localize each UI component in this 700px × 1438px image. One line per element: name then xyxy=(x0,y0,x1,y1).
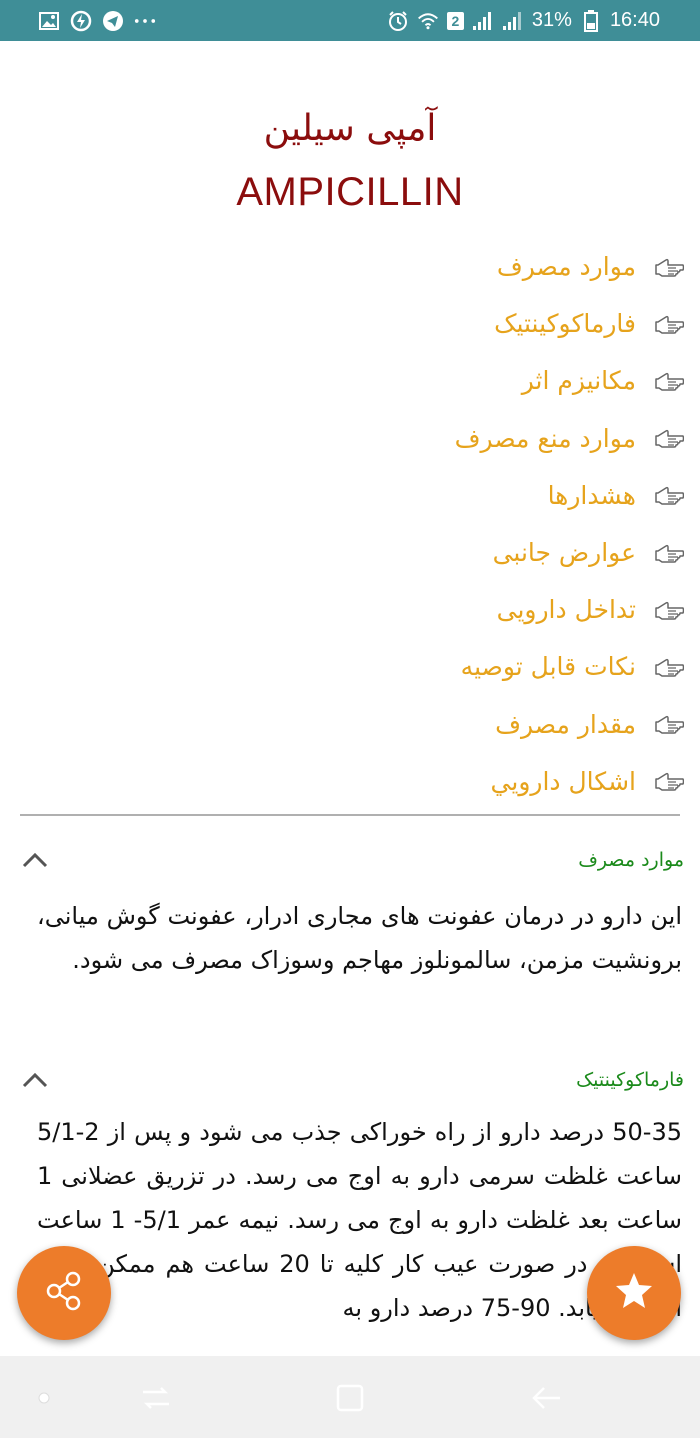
dot-icon[interactable] xyxy=(24,1378,64,1418)
wifi-icon xyxy=(417,10,439,32)
toc-label: نکات قابل توصیه xyxy=(460,652,636,682)
toc-item-side-effects[interactable]: عوارض جانبی xyxy=(44,524,684,581)
favorite-button[interactable] xyxy=(587,1246,681,1340)
section-body-indications: این دارو در درمان عفونت های مجاری ادرار،… xyxy=(37,902,682,974)
system-icons: 2 31% 16:40 xyxy=(387,8,660,33)
chevron-up-icon[interactable] xyxy=(19,1068,51,1092)
section-header-pharmacokinetics[interactable]: فارماکوکینتیک xyxy=(19,1060,684,1100)
section-body-pharmacokinetics: 50-35 درصد دارو از راه خوراکی جذب می شود… xyxy=(37,1118,682,1322)
toc-label: موارد مصرف xyxy=(496,252,636,282)
share-button[interactable] xyxy=(17,1246,111,1340)
section-title: موارد مصرف xyxy=(578,849,684,871)
recent-apps-icon[interactable] xyxy=(136,1378,176,1418)
more-notifications-icon xyxy=(134,10,156,32)
pointing-hand-icon xyxy=(650,769,684,793)
toc-label: تداخل دارویی xyxy=(496,595,636,625)
toc-label: مکانیزم اثر xyxy=(521,366,636,396)
toc-item-recommendations[interactable]: نکات قابل توصیه xyxy=(44,638,684,695)
battery-icon xyxy=(580,9,602,32)
clock: 16:40 xyxy=(609,9,660,31)
pointing-hand-icon xyxy=(650,369,684,393)
signal-icon xyxy=(472,10,494,32)
toc-label: هشدارها xyxy=(547,480,636,510)
pointing-hand-icon xyxy=(650,426,684,450)
toc-item-contraindications[interactable]: موارد منع مصرف xyxy=(44,410,684,467)
sim-badge: 2 xyxy=(446,11,464,30)
pointing-hand-icon xyxy=(650,541,684,565)
table-of-contents: موارد مصرف فارماکوکینتیک مکانیزم اثر موا… xyxy=(44,238,684,810)
toc-item-warnings[interactable]: هشدارها xyxy=(44,467,684,524)
telegram-icon xyxy=(102,10,124,32)
toc-label: عوارض جانبی xyxy=(492,538,636,568)
pointing-hand-icon xyxy=(650,483,684,507)
chevron-up-icon[interactable] xyxy=(19,848,51,872)
toc-label: فارماکوکینتیک xyxy=(494,309,636,339)
pointing-hand-icon xyxy=(650,712,684,736)
toc-label: مقدار مصرف xyxy=(495,709,636,739)
section-title: فارماکوکینتیک xyxy=(576,1069,684,1091)
pointing-hand-icon xyxy=(650,312,684,336)
toc-label: موارد منع مصرف xyxy=(454,423,636,453)
toc-item-interactions[interactable]: تداخل دارویی xyxy=(44,581,684,638)
home-icon[interactable] xyxy=(330,1378,370,1418)
data-saver-icon xyxy=(70,10,92,32)
toc-item-dosage-forms[interactable]: اشکال دارويي xyxy=(44,753,684,810)
pointing-hand-icon xyxy=(650,655,684,679)
drug-name-english: AMPICILLIN xyxy=(236,170,464,214)
share-icon xyxy=(42,1269,86,1317)
drug-name-persian: آمپی سیلین xyxy=(263,108,437,149)
alarm-icon xyxy=(387,10,409,32)
status-bar: 2 31% 16:40 xyxy=(0,0,700,41)
toc-label: اشکال دارويي xyxy=(490,766,636,796)
section-header-indications[interactable]: موارد مصرف xyxy=(19,840,684,880)
signal-icon xyxy=(502,10,524,32)
toc-item-mechanism[interactable]: مکانیزم اثر xyxy=(44,352,684,409)
divider xyxy=(20,814,680,816)
navigation-bar xyxy=(0,1356,700,1438)
star-icon xyxy=(612,1269,656,1317)
toc-item-pharmacokinetics[interactable]: فارماکوکینتیک xyxy=(44,295,684,352)
notification-icons xyxy=(38,8,156,33)
toc-item-indications[interactable]: موارد مصرف xyxy=(44,238,684,295)
back-icon[interactable] xyxy=(526,1378,566,1418)
toc-item-dosage[interactable]: مقدار مصرف xyxy=(44,696,684,753)
gallery-icon xyxy=(38,10,60,32)
pointing-hand-icon xyxy=(650,598,684,622)
battery-percent: 31% xyxy=(531,9,572,31)
pointing-hand-icon xyxy=(650,255,684,279)
